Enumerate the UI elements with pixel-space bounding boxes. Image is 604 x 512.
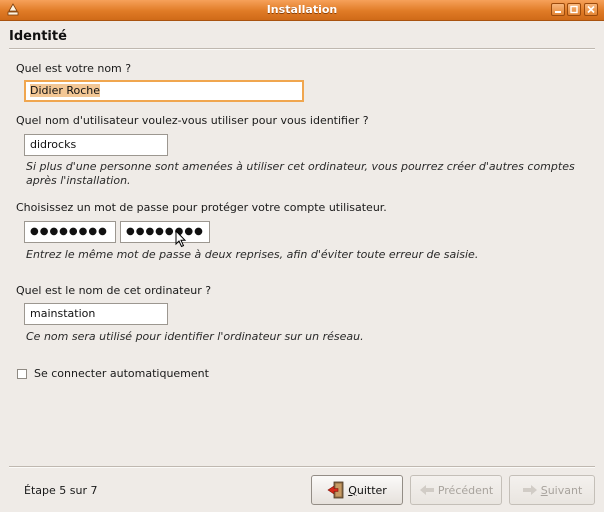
window-title: Installation [266,3,338,16]
footer-divider [9,466,595,468]
quit-label: uitter [356,483,387,497]
quit-mnemonic: Q [348,483,357,497]
username-hint: Si plus d'une personne sont amenées à ut… [26,160,575,187]
forward-arrow-icon [522,485,537,495]
password-value: ●●●●●●●● [30,226,108,237]
previous-button[interactable]: Précédent [410,475,502,505]
password-confirm-field[interactable]: ●●●●●●●● [120,221,210,243]
quit-button[interactable]: Quitter [311,475,403,505]
page-title: Identité [9,29,67,44]
hostname-field[interactable]: mainstation [24,303,168,325]
autologin-label[interactable]: Se connecter automatiquement [34,367,209,380]
step-indicator: Étape 5 sur 7 [24,484,98,497]
name-label: Quel est votre nom ? [16,62,132,75]
hostname-label: Quel est le nom de cet ordinateur ? [16,284,212,297]
password-field[interactable]: ●●●●●●●● [24,221,116,243]
password-hint: Entrez le même mot de passe à deux repri… [26,248,479,261]
title-bar[interactable]: Installation [0,0,604,21]
close-button[interactable] [584,3,598,16]
username-field[interactable]: didrocks [24,134,168,156]
mouse-pointer-icon [175,230,187,248]
close-icon [587,5,595,14]
password-label: Choisissez un mot de passe pour protéger… [16,201,387,214]
username-label: Quel nom d'utilisateur voulez-vous utili… [16,114,369,127]
minimize-button[interactable] [551,3,565,16]
quit-icon [327,481,344,499]
next-label: uivant [547,483,583,497]
header-divider [9,48,595,50]
hostname-hint: Ce nom sera utilisé pour identifier l'or… [26,330,364,343]
minimize-icon [555,11,561,13]
maximize-button[interactable] [567,3,581,16]
full-name-value: Didier Roche [30,84,101,97]
next-mnemonic: S [540,483,548,497]
previous-label: Précédent [437,483,494,497]
full-name-field[interactable]: Didier Roche [24,80,304,102]
back-arrow-icon [419,485,434,495]
maximize-icon [570,5,578,14]
password-confirm-value: ●●●●●●●● [126,226,204,237]
hostname-value: mainstation [30,307,96,320]
autologin-checkbox[interactable] [17,369,27,379]
username-value: didrocks [30,138,77,151]
next-button[interactable]: Suivant [509,475,595,505]
